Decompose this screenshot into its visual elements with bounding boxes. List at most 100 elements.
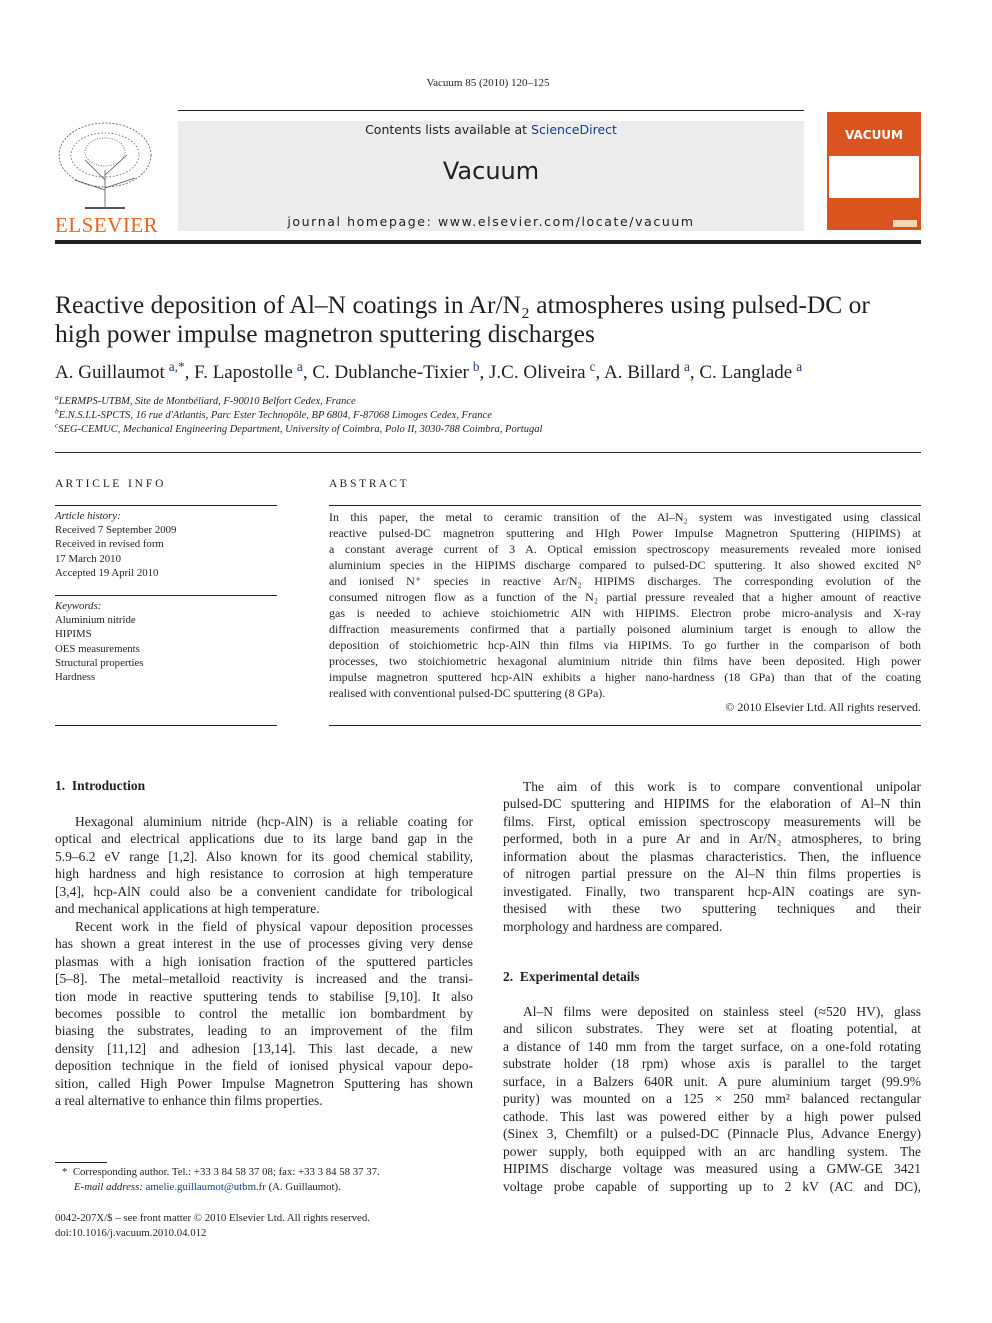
footnote: * Corresponding author. Tel.: +33 3 84 5…: [62, 1165, 380, 1195]
affiliation-text: SEG-CEMUC, Mechanical Engineering Depart…: [58, 424, 543, 435]
text-line: morphology and hardness are compared.: [503, 918, 723, 934]
text-line: reactive pulsed-DC magnetron sputtering …: [329, 526, 921, 540]
author[interactable]: A. Billard a: [603, 358, 690, 383]
experimental-text: Al–N films were deposited on stainless s…: [503, 1003, 921, 1195]
header-top-rule: [178, 110, 804, 111]
text-line: In this paper, the metal to ceramic tran…: [329, 510, 921, 524]
email-suffix: (A. Guillaumot).: [268, 1181, 341, 1193]
text-line: The aim of this work is to compare conve…: [523, 779, 921, 794]
title-line: Reactive deposition of Al–N coatings in …: [55, 290, 870, 319]
text-line: voltage probe capable of supporting up t…: [503, 1178, 921, 1194]
author-name: J.C. Oliveira: [489, 362, 586, 383]
affiliation: bE.N.S.I.L-SPCTS, 16 rue d'Atlantis, Par…: [55, 407, 542, 423]
keywords-label: Keywords:: [55, 600, 102, 612]
text-line: diffraction measurements confirmed that …: [329, 622, 921, 636]
journal-cover: VACUUM: [827, 112, 921, 230]
history-item: Received 7 September 2009: [55, 524, 177, 537]
text-line: sition, called High Power Impulse Magnet…: [55, 1075, 473, 1091]
text-line: biasing the substrates, leading to an im…: [55, 1023, 473, 1039]
text-line: and mechanical applications at high temp…: [55, 901, 320, 917]
text-line: cathode. This last was powered either by…: [503, 1108, 921, 1124]
author[interactable]: C. Langlade a: [699, 358, 803, 383]
text-line: thesised with these two sputtering techn…: [503, 901, 921, 917]
text-line: a distance of 140 mm from the target sur…: [503, 1038, 921, 1054]
text-line: deposition technique in the field of ion…: [55, 1058, 473, 1074]
section-heading-introduction: 1. Introduction: [55, 778, 146, 793]
abstract-heading: A B S T R A C T: [329, 478, 407, 490]
author-affiliation-mark: a: [796, 358, 803, 374]
keyword: Hardness: [55, 671, 96, 684]
text-line: substrate holder (18 rpm) whose axis is …: [503, 1056, 921, 1072]
article-history: Article history: Received 7 September 20…: [55, 509, 176, 580]
text-line: performed, both in a pure Ar and in Ar/N…: [503, 831, 921, 847]
keywords-rule: [55, 595, 277, 596]
text-line: investigated. Finally, two transparent h…: [503, 883, 921, 899]
text-line: information about the plasmas characteri…: [503, 848, 921, 864]
text-line: and ionised N⁺ species in reactive Ar/N₂…: [329, 574, 921, 588]
affiliation: cSEG-CEMUC, Mechanical Engineering Depar…: [55, 421, 543, 437]
author-list: A. Guillaumot a,*, F. Lapostolle a, C. Dub…: [55, 358, 803, 383]
article-title: Reactive deposition of Al–N coatings in …: [55, 290, 935, 348]
article-info-rule: [55, 505, 277, 506]
history-item: Accepted 19 April 2010: [55, 566, 159, 579]
text-line: HIPIMS discharge voltage was measured us…: [503, 1161, 921, 1177]
text-line: optical and electrical applications due …: [55, 831, 473, 847]
history-item: 17 March 2010: [55, 552, 121, 565]
elsevier-tree-icon: [58, 122, 152, 209]
title-line: high power impulse magnetron sputtering …: [55, 319, 595, 348]
author-name: A. Billard: [603, 362, 680, 383]
affiliations: aLERMPS-UTBM, Site de Montbéliard, F-900…: [55, 393, 543, 437]
text-line: gas is needed to achieve stoichiometric …: [329, 606, 921, 620]
email-label: E-mail address:: [74, 1181, 143, 1193]
front-matter: 0042-207X/$ – see front matter © 2010 El…: [55, 1211, 370, 1241]
article-info-heading: A R T I C L E I N F O: [55, 478, 164, 490]
keyword: Structural properties: [55, 656, 144, 669]
text-line: a real alternative to enhance thin films…: [55, 1093, 323, 1109]
text-line: high hardness and high resistance to cor…: [55, 866, 473, 882]
sciencedirect-link[interactable]: ScienceDirect: [531, 122, 617, 137]
text-line: impulse magnetron sputtered hcp-AlN exhi…: [329, 670, 921, 684]
text-line: surface, in a Balzers 640R unit. A pure …: [503, 1073, 921, 1089]
text-line: Al–N films were deposited on stainless s…: [523, 1004, 921, 1019]
text-line: purity) was mounted on a 125 × 250 mm² b…: [503, 1091, 921, 1107]
text-line: films. First, optical emission spectrosc…: [503, 813, 921, 829]
author-name: C. Dublanche-Tixier: [312, 362, 469, 383]
journal-banner: Contents lists available at ScienceDirec…: [178, 121, 804, 231]
text-line: aluminium species in the HIPIMS discharg…: [329, 558, 921, 572]
cover-title: VACUUM: [845, 128, 903, 142]
author-affiliation-mark: a: [296, 358, 303, 374]
keyword: Aluminium nitride: [55, 614, 136, 627]
abstract-bottom-rule: [329, 725, 921, 726]
text-line: Recent work in the field of physical vap…: [75, 918, 473, 934]
text-line: Hexagonal aluminium nitride (hcp-AlN) is…: [75, 814, 473, 829]
journal-homepage[interactable]: journal homepage: www.elsevier.com/locat…: [178, 214, 804, 229]
email-link[interactable]: amelie.guillaumot@utbm.fr: [146, 1181, 266, 1193]
text-line: of nitrogen partial pressure on the Al–N…: [503, 866, 921, 882]
author[interactable]: A. Guillaumot a,*: [55, 360, 185, 383]
keyword: HIPIMS: [55, 628, 92, 641]
text-line: 5.9–6.2 eV range [1,2]. Also known for i…: [55, 848, 473, 864]
text-line: and silicon substrates. They were set at…: [503, 1021, 921, 1037]
author[interactable]: J.C. Oliveira c: [489, 358, 596, 383]
author-affiliation-mark: c: [589, 358, 596, 374]
journal-name: Vacuum: [442, 157, 540, 185]
affiliation-rule: [55, 452, 921, 453]
article-info-bottom-rule: [55, 725, 277, 726]
author[interactable]: F. Lapostolle a: [194, 358, 303, 383]
text-line: consumed nitrogen flow as a function of …: [329, 590, 921, 604]
text-line: pulsed-DC sputtering and HIPIMS for the …: [503, 796, 921, 812]
author[interactable]: C. Dublanche-Tixier b: [312, 358, 480, 383]
author-affiliation-mark: b: [472, 358, 480, 374]
author-name: F. Lapostolle: [194, 362, 293, 383]
text-line: has shown a great interest in the use of…: [55, 936, 473, 952]
introduction-text: Hexagonal aluminium nitride (hcp-AlN) is…: [55, 813, 473, 1110]
text-line: power supply, both equipped with an arc …: [503, 1143, 921, 1159]
doi[interactable]: doi:10.1016/j.vacuum.2010.04.012: [55, 1226, 370, 1241]
author-name: C. Langlade: [699, 362, 793, 383]
corresponding-author: Corresponding author. Tel.: +33 3 84 58 …: [72, 1166, 380, 1178]
author-affiliation-mark: a: [683, 358, 690, 374]
footnote-rule: [55, 1162, 107, 1163]
affiliation: aLERMPS-UTBM, Site de Montbéliard, F-900…: [55, 393, 542, 409]
elsevier-logo: ELSEVIER: [55, 120, 158, 237]
history-label: Article history:: [55, 510, 121, 522]
